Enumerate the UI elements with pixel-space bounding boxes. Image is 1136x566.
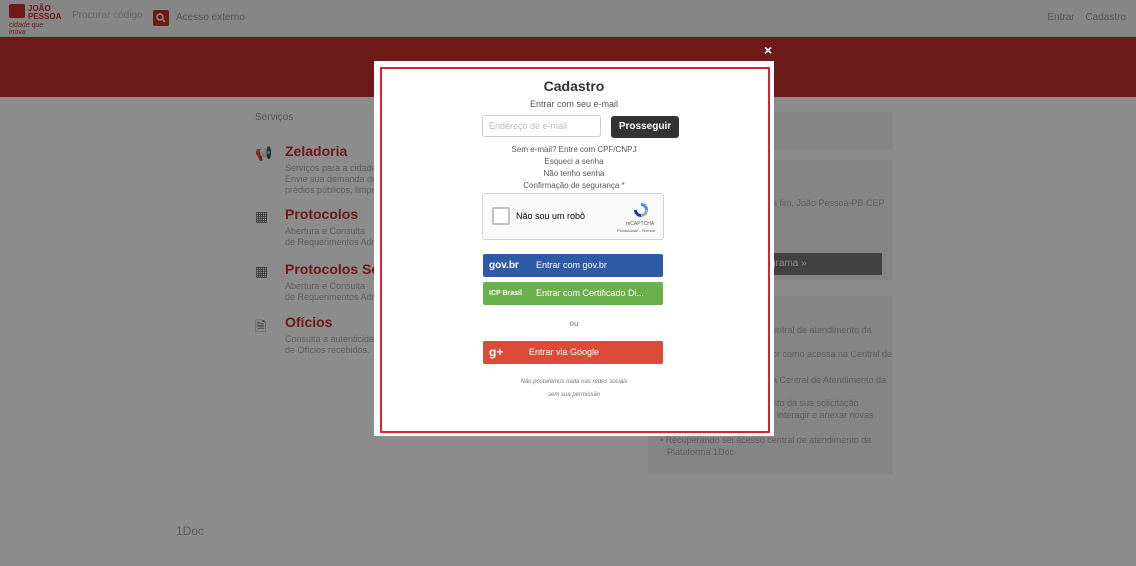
security-label-text: Confirmação de segurança [523,181,620,190]
google-login-button[interactable]: g+ Entrar via Google [483,341,663,364]
recaptcha-widget: Não sou um robô reCAPTCHA Privacidade - … [482,193,664,240]
govbr-label: Entrar com gov.br [536,260,607,270]
no-password-link[interactable]: Não tenho senha [374,169,774,178]
or-divider: ou [569,319,579,328]
govbr-icon: gov.br [489,260,519,271]
security-label: Confirmação de segurança * [374,181,774,190]
proceed-button[interactable]: Prosseguir [611,116,679,138]
google-plus-icon: g+ [489,345,504,359]
required-marker: * [621,181,625,190]
recaptcha-checkbox[interactable] [492,207,510,225]
signup-modal: Cadastro Entrar com seu e-mail Prossegui… [374,61,774,436]
close-icon[interactable]: × [764,42,772,58]
modal-subtitle: Entrar com seu e-mail [529,99,619,109]
privacy-note-line1: Não postaremos nada nas redes sociais [520,379,628,385]
email-field[interactable] [482,115,601,137]
modal-title: Cadastro [543,78,605,94]
forgot-password-link[interactable]: Esqueci a senha [374,157,774,166]
certificate-login-button[interactable]: ICP Brasil Entrar com Certificado Di... [483,282,663,305]
recaptcha-label: Não sou um robô [516,211,586,221]
recaptcha-logo-icon [634,203,648,217]
google-label: Entrar via Google [529,347,600,357]
recaptcha-terms-link[interactable]: Privacidade - Termos [607,228,665,233]
govbr-login-button[interactable]: gov.br Entrar com gov.br [483,254,663,277]
certificate-label: Entrar com Certificado Di... [536,288,645,298]
privacy-note-line2: sem sua permissão [547,392,601,398]
recaptcha-brand: reCAPTCHA [625,221,655,227]
icp-brasil-icon: ICP Brasil [489,290,522,297]
no-email-link[interactable]: Sem e-mail? Entre com CPF/CNPJ [374,145,774,154]
